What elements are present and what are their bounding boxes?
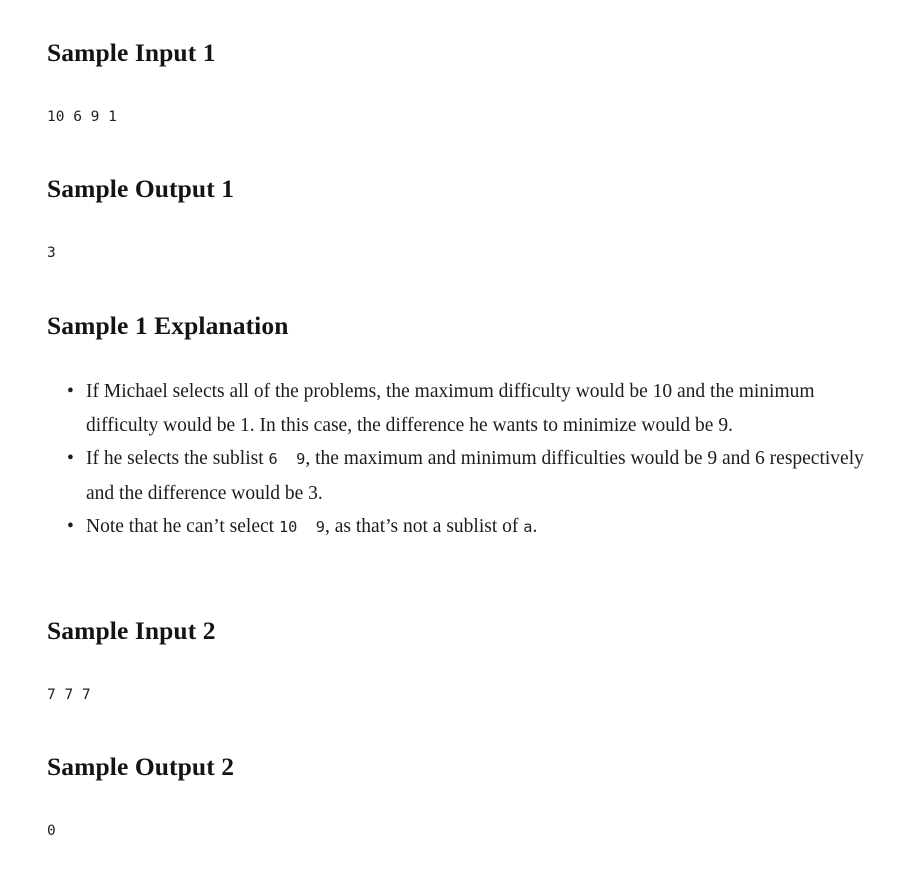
code-block-sample-output-2: 0 [47,823,56,839]
explanation-text: If Michael selects all of the problems, … [86,381,815,436]
code-block-sample-output-1-wrapper: 3 [47,244,867,263]
code-block-sample-input-1: 10 6 9 1 [47,109,117,125]
explanation-list-item: If Michael selects all of the problems, … [47,375,867,442]
section-sample-input-1: Sample Input 1 [47,38,867,69]
code-block-sample-output-1: 3 [47,245,56,261]
explanation-text: . [532,516,538,537]
explanation-list-wrapper: If Michael selects all of the problems, … [47,375,867,545]
code-block-sample-input-1-wrapper: 10 6 9 1 [47,108,867,127]
inline-code: 10 9 [278,518,325,536]
heading-sample-input-1: Sample Input 1 [47,38,216,67]
explanation-list-item: If he selects the sublist 6 9, the maxim… [47,442,867,510]
section-sample-output-2: Sample Output 2 [47,752,867,783]
inline-code: 6 9 [268,450,306,468]
heading-sample-1-explanation: Sample 1 Explanation [47,311,289,340]
section-sample-output-1: Sample Output 1 [47,174,867,205]
section-sample-input-2: Sample Input 2 [47,616,867,647]
explanation-list-item: Note that he can’t select 10 9, as that’… [47,510,867,545]
code-block-sample-input-2-wrapper: 7 7 7 [47,686,867,705]
explanation-text: Note that he can’t select [86,516,279,537]
section-sample-1-explanation: Sample 1 Explanation [47,311,867,342]
explanation-text: , as that’s not a sublist of [325,516,524,537]
code-block-sample-input-2: 7 7 7 [47,687,91,703]
document-page: Sample Input 1 10 6 9 1 Sample Output 1 … [0,0,901,894]
heading-sample-input-2: Sample Input 2 [47,616,216,645]
heading-sample-output-1: Sample Output 1 [47,174,235,203]
code-block-sample-output-2-wrapper: 0 [47,822,867,841]
heading-sample-output-2: Sample Output 2 [47,752,235,781]
explanation-text: If he selects the sublist [86,448,269,469]
explanation-list: If Michael selects all of the problems, … [47,375,867,545]
